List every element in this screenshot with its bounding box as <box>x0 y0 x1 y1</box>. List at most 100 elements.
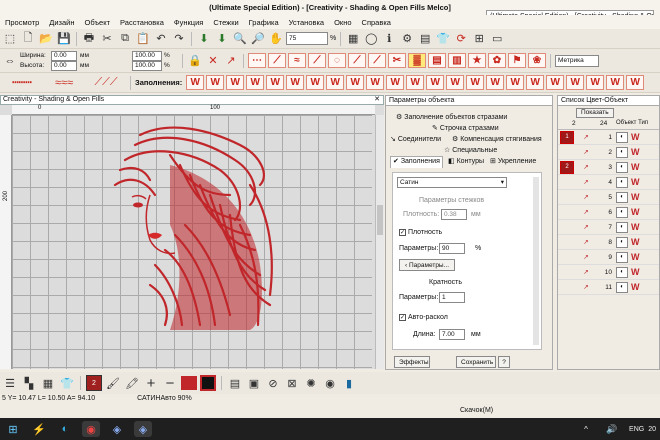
show-button[interactable]: Показать <box>576 108 614 118</box>
list-item[interactable]: ↗ 9 ◐ W <box>558 250 659 265</box>
lock-icon[interactable]: 🔒 <box>187 53 203 69</box>
fill-tool-14[interactable]: W <box>446 75 465 90</box>
run-stitch-1-icon[interactable]: ┅┅┅ <box>2 75 42 91</box>
fill-tool-17[interactable]: W <box>506 75 525 90</box>
list-item[interactable]: 1 ↗ 1 ◐ W <box>558 130 659 145</box>
menu-item-5[interactable]: Стежки <box>208 18 243 27</box>
menu-item-6[interactable]: Графика <box>244 18 284 27</box>
color-wheel-icon[interactable]: ◉ <box>322 375 338 391</box>
thread-swatch[interactable] <box>560 146 574 159</box>
menu-item-1[interactable]: Дизайн <box>44 18 79 27</box>
undo-icon[interactable]: ↶ <box>153 31 169 47</box>
menu-item-0[interactable]: Просмотр <box>0 18 44 27</box>
settings-scrollbar[interactable] <box>533 177 539 345</box>
density-checkbox[interactable]: ✓ <box>399 229 406 236</box>
list-item[interactable]: ↗ 2 ◐ W <box>558 145 659 160</box>
tab-fills[interactable]: ✔ Заполнения <box>390 156 443 168</box>
tab-connections[interactable]: ↘ Соединители <box>390 135 441 143</box>
tab-underlay[interactable]: ⊞ Укрепление <box>490 157 536 165</box>
autosplit-checkbox[interactable]: ✓ <box>399 314 406 321</box>
shirt-icon[interactable]: 👕 <box>435 31 451 47</box>
units-select[interactable]: Метрика <box>555 54 599 67</box>
hand-icon[interactable]: ✋ <box>268 31 284 47</box>
thread-swatch[interactable] <box>560 266 574 279</box>
run-stitch-3-icon[interactable]: ⟋⟋⟋ <box>86 75 126 91</box>
app-1-icon[interactable]: ◈ <box>108 421 126 437</box>
fill-pattern-1[interactable]: ⋯ <box>248 53 266 68</box>
lightning-app-icon[interactable]: ⚡ <box>30 421 48 437</box>
thread-swatch[interactable] <box>560 236 574 249</box>
stitch-type-2-icon[interactable]: ↗ <box>223 53 239 69</box>
tab-rhinestone-fill[interactable]: ⚙ Заполнение объектов стразами <box>396 113 507 121</box>
select-icon[interactable]: ⬚ <box>2 31 18 47</box>
fill-tool-8[interactable]: W <box>326 75 345 90</box>
fill-tool-22[interactable]: W <box>606 75 625 90</box>
fill-pattern-3[interactable]: ≈ <box>288 53 306 68</box>
menu-item-7[interactable]: Установка <box>284 18 329 27</box>
thread-swatch[interactable] <box>560 281 574 294</box>
fill-tool-18[interactable]: W <box>526 75 545 90</box>
thread-list-icon[interactable]: ▤ <box>227 375 243 391</box>
edge-icon[interactable]: ◐ <box>56 421 74 437</box>
fill-tool-4[interactable]: W <box>246 75 265 90</box>
fill-pattern-13[interactable]: ✿ <box>488 53 506 68</box>
zoom-in-icon[interactable]: 🔍 <box>232 31 248 47</box>
length-input[interactable]: 7.00 <box>439 329 465 340</box>
tab-rhinestone-line[interactable]: ✎ Строчка стразами <box>432 124 499 132</box>
autosplit-row[interactable]: ✓ Авто-раскол <box>399 314 448 321</box>
zoom-out-icon[interactable]: 🔎 <box>250 31 266 47</box>
fill-pattern-6[interactable]: ⟋ <box>348 53 366 68</box>
stitch-type-1-icon[interactable]: ✕ <box>205 53 221 69</box>
list-item[interactable]: ↗ 5 ◐ W <box>558 190 659 205</box>
thread-swatch[interactable] <box>560 176 574 189</box>
fill-tool-15[interactable]: W <box>466 75 485 90</box>
paint-icon[interactable]: 🖍 <box>124 375 140 391</box>
fill-tool-6[interactable]: W <box>286 75 305 90</box>
params-input[interactable]: 90 <box>439 243 465 254</box>
tab-special[interactable]: ☆ Специальные <box>444 146 497 154</box>
fill-pattern-4[interactable]: ⟋ <box>308 53 326 68</box>
cancel-stitch-icon[interactable]: ⊘ <box>265 375 281 391</box>
open-folder-icon[interactable]: 📂 <box>38 31 54 47</box>
thread-swatch[interactable] <box>560 206 574 219</box>
height-pct-input[interactable]: 100.00 <box>132 60 162 71</box>
fill-tool-12[interactable]: W <box>406 75 425 90</box>
width-input[interactable]: 0.00 <box>51 50 77 61</box>
grid-2-icon[interactable]: ⊞ <box>471 31 487 47</box>
grid-icon[interactable]: ▦ <box>345 31 361 47</box>
fill-tool-11[interactable]: W <box>386 75 405 90</box>
clock[interactable]: 20 <box>648 426 656 433</box>
tab-pull-compensation[interactable]: ⚙ Компенсация стягивания <box>452 135 542 143</box>
list-item[interactable]: ↗ 6 ◐ W <box>558 205 659 220</box>
fill-tool-23[interactable]: W <box>626 75 645 90</box>
height-input[interactable]: 0.00 <box>51 60 77 71</box>
save-button[interactable]: Сохранить <box>456 356 496 368</box>
fill-tool-9[interactable]: W <box>346 75 365 90</box>
hoop-view-icon[interactable]: ▣ <box>246 375 262 391</box>
list-item[interactable]: ↗ 7 ◐ W <box>558 220 659 235</box>
list-item[interactable]: 2 ↗ 3 ◐ W <box>558 160 659 175</box>
fill-tool-21[interactable]: W <box>586 75 605 90</box>
menu-item-8[interactable]: Окно <box>329 18 356 27</box>
network-icon[interactable]: ✺ <box>303 375 319 391</box>
minus-icon[interactable]: − <box>162 375 178 392</box>
window-icon[interactable]: ▭ <box>489 31 505 47</box>
menu-item-9[interactable]: Справка <box>357 18 396 27</box>
run-stitch-2-icon[interactable]: ≈≈≈ <box>44 75 84 91</box>
close-icon[interactable]: ✕ <box>374 96 380 104</box>
chrome-icon[interactable]: ◉ <box>82 421 100 437</box>
gear-icon[interactable]: ⚙ <box>399 31 415 47</box>
menu-item-3[interactable]: Расстановка <box>115 18 169 27</box>
new-doc-icon[interactable]: 🗋 <box>20 31 36 47</box>
save-icon[interactable]: 💾 <box>56 31 72 47</box>
eyedropper-icon[interactable]: 🖌 <box>105 375 121 391</box>
fill-pattern-5[interactable]: ◌ <box>328 53 346 68</box>
language-indicator[interactable]: ENG <box>629 426 644 433</box>
density-checkbox-row[interactable]: ✓ Плотность <box>399 229 442 236</box>
params-button[interactable]: ‹ Параметры... <box>399 259 455 271</box>
fill-type-select[interactable]: Сатин ▾ <box>397 177 507 188</box>
fill-pattern-8[interactable]: ✂ <box>388 53 406 68</box>
fill-tool-20[interactable]: W <box>566 75 585 90</box>
windows-icon[interactable]: ⊞ <box>4 421 22 437</box>
list-item[interactable]: ↗ 10 ◐ W <box>558 265 659 280</box>
